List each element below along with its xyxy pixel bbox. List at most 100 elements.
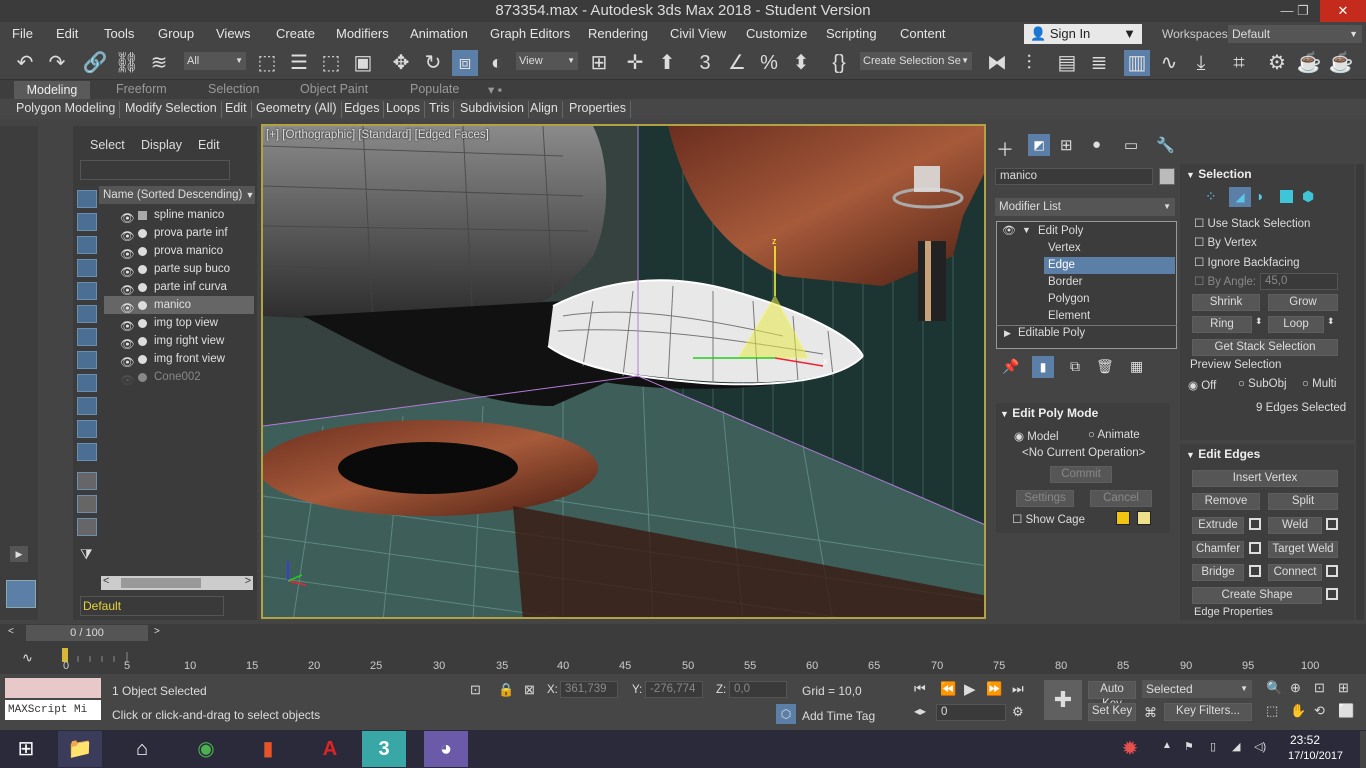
connect-settings-icon[interactable] bbox=[1326, 565, 1338, 577]
snaps-toggle-icon[interactable]: 3 bbox=[692, 50, 718, 76]
undo-icon[interactable]: ↶ bbox=[12, 50, 38, 76]
preview-off-radio[interactable]: ◉ Off bbox=[1188, 378, 1216, 392]
ribbon-polygon-modeling[interactable]: Polygon Modeling bbox=[12, 101, 121, 118]
expand-icon[interactable]: ▶ bbox=[1004, 328, 1011, 339]
selection-lock-icon[interactable]: 🔒 bbox=[498, 682, 514, 698]
absolute-mode-icon[interactable]: ⊠ bbox=[524, 682, 535, 698]
edit-named-selection-icon[interactable]: {} bbox=[826, 50, 852, 76]
ribbon-modify-selection[interactable]: Modify Selection bbox=[121, 101, 222, 118]
viewport-label[interactable]: [+] [Orthographic] [Standard] [Edged Fac… bbox=[266, 129, 489, 141]
pin-stack-icon[interactable]: 📌 bbox=[1002, 358, 1019, 375]
eye-icon[interactable]: 👁 bbox=[1002, 224, 1016, 237]
link-icon[interactable]: 🔗 bbox=[82, 50, 108, 76]
use-stack-selection-checkbox[interactable]: ☐ Use Stack Selection bbox=[1194, 216, 1310, 230]
pivot-center-icon[interactable]: ⊞ bbox=[586, 50, 612, 76]
battery-icon[interactable]: ▯ bbox=[1210, 740, 1216, 753]
by-angle-checkbox[interactable]: ☐ By Angle: bbox=[1194, 274, 1256, 288]
display-all-icon[interactable] bbox=[77, 472, 97, 490]
window-crossing-icon[interactable]: ▣ bbox=[350, 50, 376, 76]
viewport-perspective[interactable]: z x [+] [Orthographic] [Standard] [Edged… bbox=[261, 124, 986, 619]
stack-vertex[interactable]: Vertex bbox=[1048, 242, 1081, 254]
spinner-snap-icon[interactable]: ⬍ bbox=[788, 50, 814, 76]
schematic-view-icon[interactable]: ⌗ bbox=[1226, 50, 1252, 76]
bind-space-warp-icon[interactable]: ≋ bbox=[146, 50, 172, 76]
autocad-icon[interactable]: A bbox=[308, 731, 352, 767]
preview-subobj-radio[interactable]: ○ SubObj bbox=[1238, 378, 1287, 390]
unlink-icon[interactable]: ⛓ bbox=[114, 50, 140, 76]
close-icon[interactable]: ✕ bbox=[1320, 0, 1366, 22]
render-setup-icon[interactable]: ☕ bbox=[1296, 50, 1322, 76]
display-lights-icon[interactable] bbox=[77, 259, 97, 277]
tab-object-paint[interactable]: Object Paint bbox=[300, 82, 368, 96]
ribbon-subdivision[interactable]: Subdivision bbox=[456, 101, 529, 118]
rotate-icon[interactable]: ↻ bbox=[420, 50, 446, 76]
weld-button[interactable]: Weld bbox=[1268, 517, 1322, 534]
display-frozen-icon[interactable] bbox=[77, 443, 97, 461]
edit-poly-mode-header[interactable]: ▼ Edit Poly Mode bbox=[1000, 406, 1098, 420]
chamfer-settings-icon[interactable] bbox=[1249, 542, 1261, 554]
render-icon[interactable]: ☕ bbox=[1328, 50, 1354, 76]
maxscript-input[interactable]: MAXScript Mi bbox=[5, 700, 101, 720]
scene-explorer-icon[interactable]: ▤ bbox=[1054, 50, 1080, 76]
scene-tab-display[interactable]: Display bbox=[141, 138, 182, 152]
scene-tab-select[interactable]: Select bbox=[90, 138, 125, 152]
eye-icon[interactable]: 👁 bbox=[120, 264, 135, 279]
clock-time[interactable]: 23:52 bbox=[1290, 733, 1320, 747]
named-selection-dropdown[interactable]: Create Selection Se ▼ bbox=[860, 52, 972, 70]
object-color-swatch[interactable] bbox=[1159, 168, 1175, 185]
ring-spinner-icon[interactable]: ⬍ bbox=[1255, 316, 1263, 327]
sign-in-button[interactable]: 👤 Sign In ▼ bbox=[1024, 24, 1142, 44]
model-radio[interactable]: ◉ Model bbox=[1014, 429, 1059, 443]
set-keys-icon[interactable]: ✚ bbox=[1044, 680, 1082, 720]
remove-modifier-icon[interactable]: 🗑 bbox=[1096, 358, 1114, 375]
scroll-left-icon[interactable]: < bbox=[103, 575, 109, 587]
scene-column-header[interactable]: Name (Sorted Descending) ▼ bbox=[99, 186, 255, 204]
eye-icon[interactable]: 👁 bbox=[120, 300, 135, 315]
tab-populate[interactable]: Populate bbox=[410, 82, 459, 96]
field-of-view-icon[interactable]: ⬚ bbox=[1266, 703, 1278, 719]
toggle-ribbon-icon[interactable]: ▥ bbox=[1124, 50, 1150, 76]
border-mode-icon[interactable]: ◗ bbox=[1256, 188, 1264, 204]
key-tangent-icon[interactable]: ⌘ bbox=[1144, 705, 1157, 721]
select-object-icon[interactable]: ⬚ bbox=[254, 50, 280, 76]
display-containers-icon[interactable] bbox=[77, 420, 97, 438]
menu-graph-editors[interactable]: Graph Editors bbox=[490, 26, 570, 41]
menu-file[interactable]: File bbox=[12, 26, 33, 41]
element-mode-icon[interactable]: ⬢ bbox=[1302, 188, 1314, 205]
scene-row[interactable]: 👁 spline manico bbox=[104, 206, 254, 225]
cage-selected-color-swatch[interactable] bbox=[1137, 511, 1151, 525]
menu-animation[interactable]: Animation bbox=[410, 26, 468, 41]
expand-icon[interactable]: ▶ bbox=[10, 546, 28, 562]
rectangular-selection-icon[interactable]: ⬚ bbox=[318, 50, 344, 76]
time-tag-icon[interactable]: ⬡ bbox=[776, 704, 796, 724]
display-invert-icon[interactable] bbox=[77, 518, 97, 536]
layer-explorer-icon[interactable]: ≣ bbox=[1086, 50, 1112, 76]
network-status-icon[interactable]: ⚑ bbox=[1184, 740, 1194, 753]
menu-group[interactable]: Group bbox=[158, 26, 194, 41]
split-button[interactable]: Split bbox=[1268, 493, 1338, 510]
create-shape-settings-icon[interactable] bbox=[1326, 588, 1338, 600]
scene-row[interactable]: 👁 img front view bbox=[104, 350, 254, 369]
volume-icon[interactable]: ◁) bbox=[1254, 740, 1266, 753]
scroll-thumb[interactable] bbox=[121, 578, 201, 588]
time-slider[interactable]: 0 / 100 bbox=[26, 625, 148, 641]
display-none-icon[interactable] bbox=[77, 190, 97, 208]
animate-radio[interactable]: ○ Animate bbox=[1088, 429, 1140, 441]
next-frame-icon[interactable]: > bbox=[154, 626, 160, 637]
tab-freeform[interactable]: Freeform bbox=[116, 82, 167, 96]
preview-multi-radio[interactable]: ○ Multi bbox=[1302, 378, 1336, 390]
scene-row[interactable]: 👁 img right view bbox=[104, 332, 254, 351]
scene-tab-edit[interactable]: Edit bbox=[198, 138, 220, 152]
select-manipulate-icon[interactable]: ✛ bbox=[622, 50, 648, 76]
mirror-icon[interactable]: ⧓ bbox=[984, 50, 1010, 76]
clock-date[interactable]: 17/10/2017 bbox=[1288, 750, 1343, 762]
stack-edge-selected[interactable]: Edge bbox=[1044, 257, 1175, 274]
3dsmax-icon[interactable]: 3 bbox=[362, 731, 406, 767]
y-coordinate-field[interactable]: -276,774 bbox=[645, 681, 703, 698]
scene-row[interactable]: 👁 prova manico bbox=[104, 242, 254, 261]
extrude-settings-icon[interactable] bbox=[1249, 518, 1261, 530]
go-to-end-icon[interactable]: ⏭ bbox=[1012, 681, 1024, 697]
ribbon-properties[interactable]: Properties bbox=[565, 101, 631, 118]
x-coordinate-field[interactable]: 361,739 bbox=[560, 681, 618, 698]
keyboard-shortcut-icon[interactable]: ⬆ bbox=[654, 50, 680, 76]
